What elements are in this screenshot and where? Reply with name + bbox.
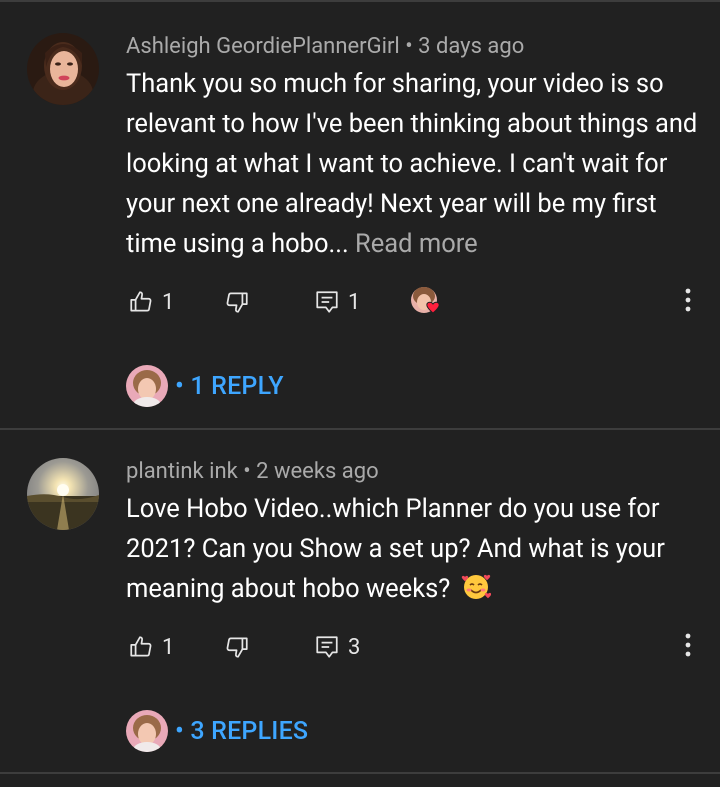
comment-thread: Ashleigh GeordiePlannerGirl • 3 days ago… bbox=[0, 0, 720, 430]
comment-reply-icon bbox=[314, 634, 340, 660]
smiling-face-with-hearts-icon bbox=[461, 571, 491, 613]
comment-meta: Ashleigh GeordiePlannerGirl • 3 days ago bbox=[126, 34, 524, 59]
meta-separator: • bbox=[405, 34, 413, 59]
author-name[interactable]: Ashleigh GeordiePlannerGirl bbox=[126, 34, 400, 59]
thumbs-down-icon bbox=[224, 289, 250, 315]
vertical-dots-icon bbox=[685, 633, 691, 661]
more-options-button[interactable] bbox=[676, 627, 700, 667]
author-name[interactable]: plantink ink bbox=[126, 459, 238, 484]
comment-time: 3 days ago bbox=[418, 34, 525, 59]
creator-reply-avatar bbox=[126, 365, 168, 407]
comment-meta: plantink ink • 2 weeks ago bbox=[126, 459, 379, 484]
bottom-divider bbox=[0, 772, 720, 774]
view-replies-row[interactable]: • 1 REPLY bbox=[126, 364, 284, 408]
commenter-avatar[interactable] bbox=[27, 33, 99, 105]
comment-reply-icon bbox=[314, 289, 340, 315]
view-replies-link[interactable]: • 3 REPLIES bbox=[175, 717, 308, 746]
like-count: 1 bbox=[162, 634, 175, 660]
meta-separator: • bbox=[243, 459, 251, 484]
commenter-avatar[interactable] bbox=[27, 458, 99, 530]
like-button[interactable]: 1 bbox=[128, 282, 174, 322]
thumbs-up-icon bbox=[128, 289, 154, 315]
comment-text: Love Hobo Video..which Planner do you us… bbox=[126, 489, 706, 613]
creator-reply-avatar bbox=[126, 710, 168, 752]
dislike-button[interactable] bbox=[224, 282, 250, 322]
comment-thread: plantink ink • 2 weeks ago Love Hobo Vid… bbox=[0, 430, 720, 775]
comment-actions: 1 1 bbox=[0, 282, 720, 322]
comment-body: Love Hobo Video..which Planner do you us… bbox=[126, 494, 665, 604]
comment-actions: 1 3 bbox=[0, 627, 720, 667]
read-more-link[interactable]: Read more bbox=[355, 229, 478, 259]
like-button[interactable]: 1 bbox=[128, 627, 174, 667]
like-count: 1 bbox=[162, 289, 175, 315]
reply-button[interactable]: 3 bbox=[314, 627, 360, 667]
reply-count: 1 bbox=[348, 289, 361, 315]
comment-text: Thank you so much for sharing, your vide… bbox=[126, 64, 706, 264]
view-replies-row[interactable]: • 3 REPLIES bbox=[126, 709, 308, 753]
dislike-button[interactable] bbox=[224, 627, 250, 667]
reply-button[interactable]: 1 bbox=[314, 282, 360, 322]
reply-count: 3 bbox=[348, 634, 361, 660]
thumbs-down-icon bbox=[224, 634, 250, 660]
vertical-dots-icon bbox=[685, 288, 691, 316]
thumbs-up-icon bbox=[128, 634, 154, 660]
view-replies-link[interactable]: • 1 REPLY bbox=[175, 372, 284, 401]
comment-time: 2 weeks ago bbox=[256, 459, 379, 484]
more-options-button[interactable] bbox=[676, 282, 700, 322]
creator-heart-badge bbox=[408, 284, 448, 320]
